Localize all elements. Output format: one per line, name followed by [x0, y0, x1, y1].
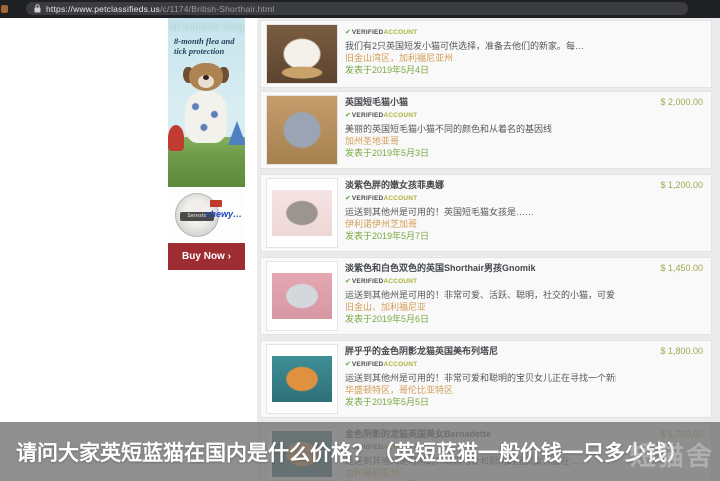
listing-date: 发表于2019年5月6日 — [345, 314, 430, 324]
listing-location[interactable]: 旧金山、加利福尼亚 — [345, 301, 616, 313]
listing-description: 运送到其他州是可用的！英国短毛猫女孩是…… — [345, 207, 535, 217]
listing-location[interactable]: 华盛顿特区，哥伦比亚特区 — [345, 384, 616, 396]
listing-content: ✔VERIFIEDACCOUNT 我们有2只英国短发小猫可供选择，准备去他们的新… — [345, 25, 616, 76]
verified-check-icon: ✔ — [345, 112, 351, 119]
listing-photo[interactable] — [266, 344, 338, 414]
caption-text: 请问大家英短蓝猫在国内是什么价格？（英短蓝猫一般价钱一只多少钱） — [16, 441, 688, 465]
picnic-item — [168, 125, 184, 151]
cat-photo — [272, 190, 332, 236]
ad-headline: all summer long — [169, 21, 244, 33]
verified-word: VERIFIED — [351, 112, 384, 119]
best-ribbon — [210, 200, 222, 207]
picnic-tent — [228, 121, 245, 145]
extension-icon[interactable] — [1, 5, 8, 13]
verified-badge: ✔VERIFIEDACCOUNT — [345, 108, 616, 121]
account-word: ACCOUNT — [383, 29, 418, 36]
ad-illustration: all summer long 8-month flea and tick pr… — [168, 17, 245, 187]
listing-date: 发表于2019年5月4日 — [345, 65, 430, 75]
listing-description: 运送到其他州是可用的！非常可爱、活跃、聪明，社交的小猫，可爱…… — [345, 290, 616, 300]
listing-title[interactable]: 淡紫色和白色双色的英国Shorthair男孩Gnomik — [345, 262, 616, 274]
listing-photo[interactable] — [266, 95, 338, 165]
account-word: ACCOUNT — [383, 195, 418, 202]
listing-date: 发表于2019年5月7日 — [345, 231, 430, 241]
verified-badge: ✔VERIFIEDACCOUNT — [345, 357, 616, 370]
listing-content: 淡紫色胖的嫩女孩菲奥娜 ✔VERIFIEDACCOUNT 运送到其他州是可用的！… — [345, 179, 616, 242]
watermark-text: 短猫舍 — [629, 441, 714, 471]
caption-overlay: 请问大家英短蓝猫在国内是什么价格？（英短蓝猫一般价钱一只多少钱） 短猫舍 — [0, 422, 720, 481]
listing-title[interactable]: 淡紫色胖的嫩女孩菲奥娜 — [345, 179, 616, 191]
chewy-logo: chewy… — [205, 209, 242, 219]
listing-card[interactable]: 淡紫色胖的嫩女孩菲奥娜 ✔VERIFIEDACCOUNT 运送到其他州是可用的！… — [260, 174, 712, 252]
address-bar[interactable]: https://www.petclassifieds.us/c/1174/Bri… — [26, 2, 688, 15]
listing-card[interactable]: 胖乎乎的金色阴影龙猫英国美布列塔尼 ✔VERIFIEDACCOUNT 运送到其他… — [260, 340, 712, 418]
browser-chrome: https://www.petclassifieds.us/c/1174/Bri… — [0, 0, 720, 18]
cat-photo — [267, 25, 337, 83]
verified-check-icon: ✔ — [345, 29, 351, 36]
verified-check-icon: ✔ — [345, 278, 351, 285]
account-word: ACCOUNT — [383, 112, 418, 119]
verified-word: VERIFIED — [351, 278, 384, 285]
verified-badge: ✔VERIFIEDACCOUNT — [345, 25, 616, 38]
listings-panel: ✔VERIFIEDACCOUNT 我们有2只英国短发小猫可供选择，准备去他们的新… — [257, 18, 720, 481]
url-text: https://www.petclassifieds.us/c/1174/Bri… — [46, 4, 274, 14]
listing-price: $ 1,450.00 — [660, 263, 703, 273]
listing-content: 英国短毛猫小猫 ✔VERIFIEDACCOUNT 美丽的英国短毛猫小猫不同的颜色… — [345, 96, 616, 159]
listing-photo[interactable] — [266, 261, 338, 331]
listing-card[interactable]: 英国短毛猫小猫 ✔VERIFIEDACCOUNT 美丽的英国短毛猫小猫不同的颜色… — [260, 91, 712, 169]
listing-price: $ 2,000.00 — [660, 97, 703, 107]
lock-icon — [34, 4, 41, 13]
verified-word: VERIFIED — [351, 195, 384, 202]
ad-banner[interactable]: all summer long 8-month flea and tick pr… — [168, 17, 245, 270]
verified-badge: ✔VERIFIEDACCOUNT — [345, 191, 616, 204]
ad-subheadline: 8-month flea and tick protection — [174, 36, 235, 56]
listing-date: 发表于2019年5月3日 — [345, 148, 430, 158]
listing-description: 我们有2只英国短发小猫可供选择，准备去他们的新家。每… — [345, 41, 585, 51]
listing-title[interactable]: 胖乎乎的金色阴影龙猫英国美布列塔尼 — [345, 345, 616, 357]
listing-photo[interactable] — [266, 24, 338, 84]
verified-word: VERIFIED — [351, 361, 384, 368]
verified-check-icon: ✔ — [345, 195, 351, 202]
screen: https://www.petclassifieds.us/c/1174/Bri… — [0, 0, 720, 481]
listing-price: $ 1,200.00 — [660, 180, 703, 190]
listing-photo[interactable] — [266, 178, 338, 248]
listing-description: 美丽的英国短毛猫小猫不同的颜色和从着名的基因线 — [345, 124, 553, 134]
verified-word: VERIFIED — [351, 29, 384, 36]
listing-location[interactable]: 旧金山湾区，加利福尼亚州 — [345, 52, 616, 64]
ad-product-strip: Seresto chewy… — [168, 187, 245, 243]
url-path: /c/1174/British-Shorthair.html — [159, 3, 275, 14]
cat-photo — [272, 273, 332, 319]
account-word: ACCOUNT — [383, 361, 418, 368]
buy-now-button[interactable]: Buy Now › — [168, 243, 245, 270]
listing-card[interactable]: ✔VERIFIEDACCOUNT 我们有2只英国短发小猫可供选择，准备去他们的新… — [260, 20, 712, 88]
cat-photo — [272, 356, 332, 402]
listing-content: 胖乎乎的金色阴影龙猫英国美布列塔尼 ✔VERIFIEDACCOUNT 运送到其他… — [345, 345, 616, 408]
listing-date: 发表于2019年5月5日 — [345, 397, 430, 407]
listing-content: 淡紫色和白色双色的英国Shorthair男孩Gnomik ✔VERIFIEDAC… — [345, 262, 616, 325]
cat-photo — [267, 96, 337, 164]
verified-badge: ✔VERIFIEDACCOUNT — [345, 274, 616, 287]
listing-location[interactable]: 加州圣地亚哥 — [345, 135, 616, 147]
account-word: ACCOUNT — [383, 278, 418, 285]
verified-check-icon: ✔ — [345, 361, 351, 368]
listing-price: $ 1,800.00 — [660, 346, 703, 356]
listing-card[interactable]: 淡紫色和白色双色的英国Shorthair男孩Gnomik ✔VERIFIEDAC… — [260, 257, 712, 335]
listing-description: 运送到其他州是可用的！非常可爱和聪明的宝贝女儿正在寻找一个新的家… — [345, 373, 616, 383]
url-domain: https://www.petclassifieds.us — [46, 3, 160, 14]
listing-location[interactable]: 伊利诺伊州芝加哥 — [345, 218, 616, 230]
listing-title[interactable]: 英国短毛猫小猫 — [345, 96, 616, 108]
